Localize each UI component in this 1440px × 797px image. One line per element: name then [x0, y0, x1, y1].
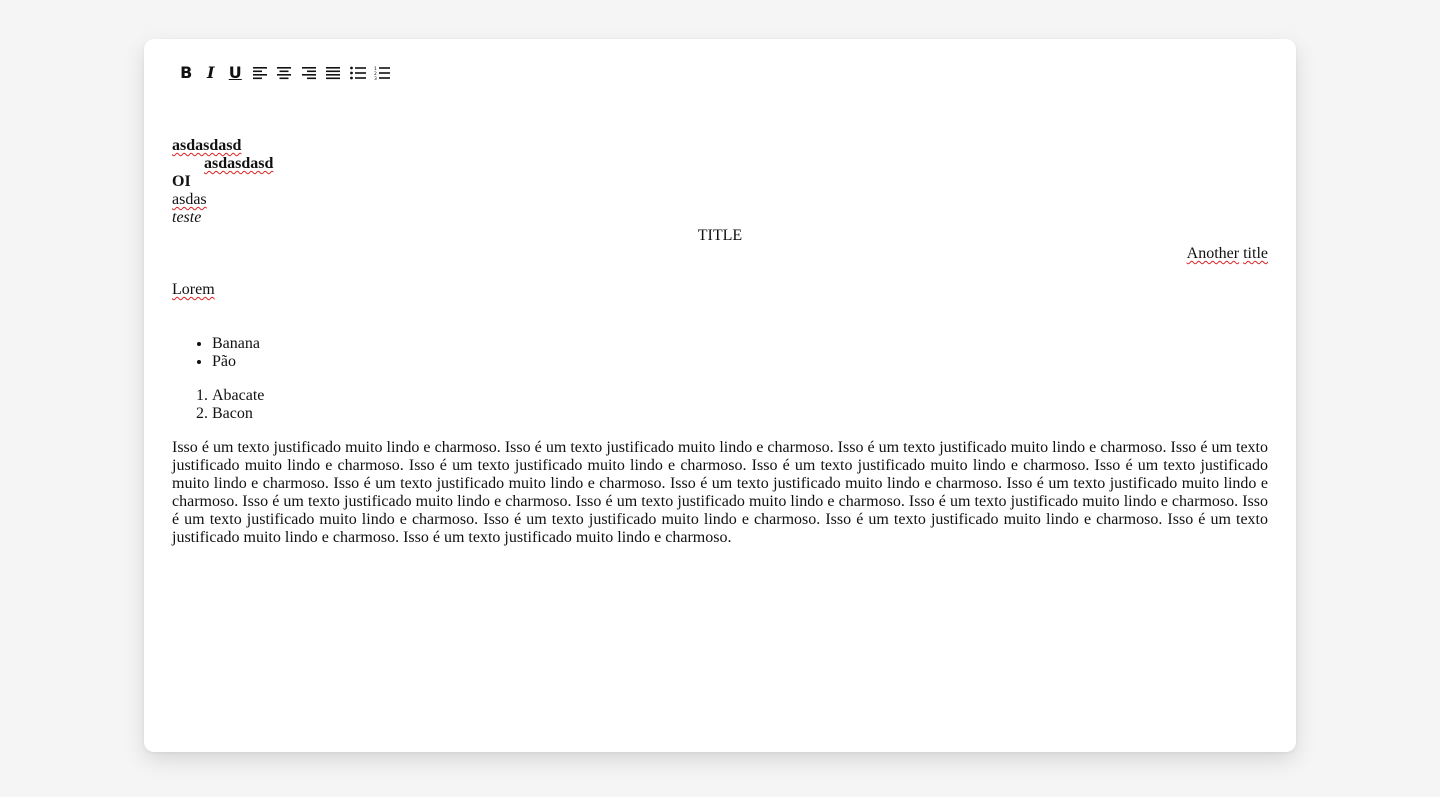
toolbar: B I U 1 2 3	[174, 61, 395, 85]
list-item: Bacon	[212, 405, 1268, 423]
editor-line-indented: asdasdasd	[172, 155, 1268, 173]
editor-text: asdasdasd	[204, 155, 274, 172]
bold-icon: B	[180, 63, 193, 82]
editor-line-italic: teste	[172, 209, 202, 226]
numbered-list-icon: 1 2 3	[374, 66, 391, 80]
editor-line: Lorem	[172, 281, 1268, 299]
bold-button[interactable]: B	[174, 61, 199, 85]
list-item: Banana	[212, 335, 1268, 353]
align-center-button[interactable]	[272, 61, 297, 85]
editor-card: B I U 1 2 3 asdasdasd asdasdasd OI asdas…	[144, 39, 1296, 752]
italic-icon: I	[207, 63, 215, 82]
editor-text: Another	[1186, 245, 1240, 262]
editor-text: title	[1243, 245, 1268, 262]
rich-text-editor[interactable]: asdasdasd asdasdasd OI asdas teste TITLE…	[172, 137, 1268, 547]
svg-text:3: 3	[374, 76, 377, 80]
underline-icon: U	[228, 63, 242, 82]
bullet-list: Banana Pão	[172, 335, 1268, 371]
centered-title: TITLE	[697, 227, 743, 244]
align-center-icon	[277, 67, 292, 80]
editor-line: OI	[172, 173, 191, 190]
editor-line: asdasdasd	[172, 137, 1268, 155]
editor-text: asdas	[172, 191, 207, 208]
numbered-list-button[interactable]: 1 2 3	[370, 61, 395, 85]
underline-button[interactable]: U	[223, 61, 248, 85]
numbered-list: Abacate Bacon	[172, 387, 1268, 423]
align-right-icon	[301, 67, 316, 80]
editor-text: asdasdasd	[172, 137, 242, 154]
align-left-icon	[252, 67, 267, 80]
bullet-list-icon	[349, 66, 366, 80]
italic-button[interactable]: I	[199, 61, 224, 85]
align-right-button[interactable]	[297, 61, 322, 85]
justified-paragraph: Isso é um texto justificado muito lindo …	[172, 439, 1268, 546]
bullet-list-button[interactable]	[346, 61, 371, 85]
list-item: Abacate	[212, 387, 1268, 405]
right-aligned-title: Another title	[172, 245, 1268, 263]
editor-text: Lorem	[172, 281, 215, 298]
list-item: Pão	[212, 353, 1268, 371]
editor-line: asdas	[172, 191, 1268, 209]
align-left-button[interactable]	[248, 61, 273, 85]
align-justify-button[interactable]	[321, 61, 346, 85]
align-justify-icon	[326, 67, 341, 80]
